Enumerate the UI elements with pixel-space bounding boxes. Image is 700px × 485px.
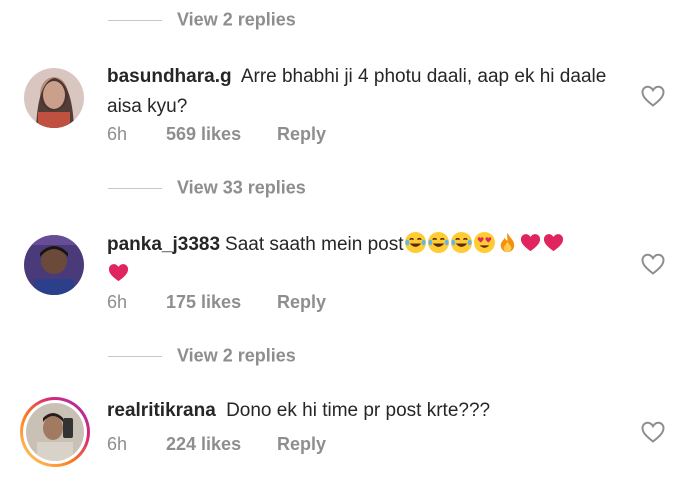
reply-button[interactable]: Reply: [277, 124, 326, 145]
view-replies-row: View 33 replies: [0, 173, 700, 203]
comment-likes[interactable]: 569 likes: [166, 124, 272, 145]
comment-username[interactable]: basundhara.g: [107, 66, 232, 87]
fire-emoji: [496, 231, 519, 254]
comment-likes[interactable]: 224 likes: [166, 434, 272, 455]
comment-body: panka_j3383 Saat saath mein post: [107, 230, 607, 290]
comment-body: basundhara.g Arre bhabhi ji 4 photu daal…: [107, 62, 607, 122]
reply-button[interactable]: Reply: [277, 434, 326, 455]
replies-divider-line: [108, 356, 162, 357]
red-heart-emoji: [519, 231, 542, 254]
avatar[interactable]: [24, 235, 84, 295]
view-replies-row: View 2 replies: [0, 341, 700, 371]
heart-icon[interactable]: [640, 420, 666, 444]
laughing-tears-emoji: [427, 231, 450, 254]
comment-meta: 6h 175 likes Reply: [107, 292, 326, 313]
comment-time: 6h: [107, 434, 128, 454]
comment-text: Dono ek hi time pr post krte???: [226, 400, 491, 421]
reply-button[interactable]: Reply: [277, 292, 326, 313]
view-replies-row: View 2 replies: [0, 5, 700, 35]
avatar[interactable]: [24, 68, 84, 128]
comment-likes[interactable]: 175 likes: [166, 292, 272, 313]
laughing-tears-emoji: [404, 231, 427, 254]
view-replies-button[interactable]: View 2 replies: [177, 346, 296, 367]
comment-time: 6h: [107, 124, 128, 144]
heart-eyes-emoji: [473, 231, 496, 254]
heart-icon[interactable]: [640, 84, 666, 108]
laughing-tears-emoji: [450, 231, 473, 254]
comment-text: Saat saath mein post: [225, 234, 404, 255]
comment-username[interactable]: panka_j3383: [107, 234, 220, 255]
red-heart-emoji: [107, 261, 130, 284]
replies-divider-line: [108, 188, 162, 189]
red-heart-emoji: [542, 231, 565, 254]
view-replies-button[interactable]: View 33 replies: [177, 178, 306, 199]
comment-time: 6h: [107, 292, 128, 312]
comment-body: realritikrana Dono ek hi time pr post kr…: [107, 396, 607, 426]
heart-icon[interactable]: [640, 252, 666, 276]
view-replies-button[interactable]: View 2 replies: [177, 10, 296, 31]
comment-meta: 6h 224 likes Reply: [107, 434, 326, 455]
comment-username[interactable]: realritikrana: [107, 400, 216, 421]
replies-divider-line: [108, 20, 162, 21]
avatar[interactable]: [19, 396, 91, 468]
comment-meta: 6h 569 likes Reply: [107, 124, 326, 145]
